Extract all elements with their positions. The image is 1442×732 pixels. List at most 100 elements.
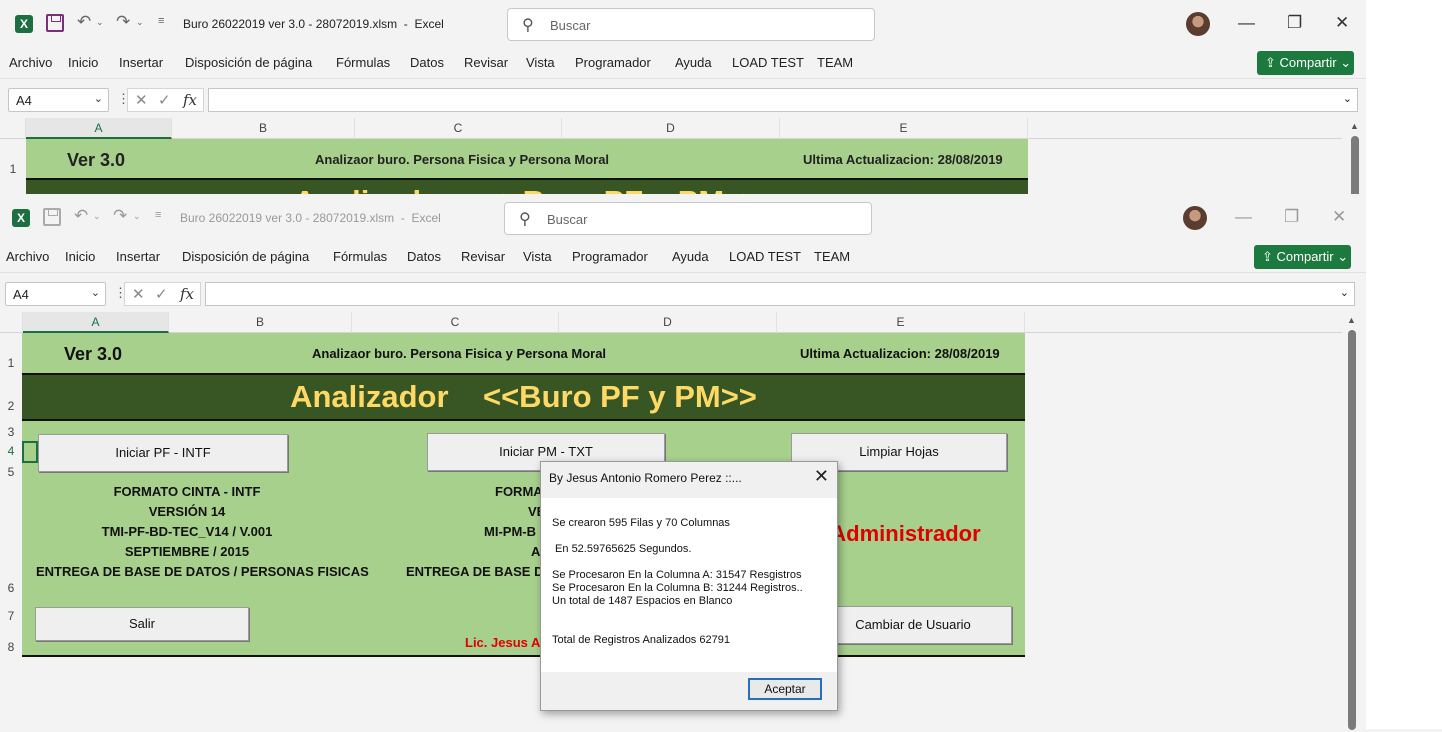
tab-datos[interactable]: Datos (407, 249, 441, 264)
row-header-1[interactable]: 1 (2, 162, 24, 176)
column-header-c[interactable]: C (355, 118, 562, 139)
restore-icon[interactable]: ❐ (1284, 207, 1299, 227)
undo-icon[interactable]: ↶ (77, 12, 91, 32)
tab-insertar[interactable]: Insertar (116, 249, 160, 264)
column-header-a[interactable]: A (26, 118, 172, 139)
row-header-3[interactable]: 3 (0, 425, 22, 439)
tab-programador[interactable]: Programador (575, 55, 651, 70)
exit-button[interactable]: Salir (35, 607, 249, 641)
tab-load-test[interactable]: LOAD TEST (732, 55, 804, 70)
row-header-7[interactable]: 7 (0, 609, 22, 623)
tab-formulas[interactable]: Fórmulas (336, 55, 390, 70)
avatar[interactable] (1183, 206, 1207, 230)
tab-archivo[interactable]: Archivo (9, 55, 52, 70)
row-header-8[interactable]: 8 (0, 640, 22, 654)
tab-disposicion[interactable]: Disposición de página (182, 249, 309, 264)
tab-ayuda[interactable]: Ayuda (675, 55, 712, 70)
cancel-icon[interactable]: ✕ (132, 285, 145, 303)
tab-team[interactable]: TEAM (814, 249, 850, 264)
tab-inicio[interactable]: Inicio (65, 249, 95, 264)
row-header-1[interactable]: 1 (0, 356, 22, 370)
function-icon[interactable]: fx (180, 285, 194, 303)
select-all[interactable] (0, 118, 26, 139)
save-icon[interactable] (43, 208, 61, 226)
sheet-grid[interactable]: Ver 3.0 Analizaor buro. Persona Fisica y… (22, 333, 1025, 657)
name-box[interactable]: A4 ⌄ (8, 88, 109, 112)
formula-actions: ✕ ✓ fx (124, 282, 201, 306)
tab-datos[interactable]: Datos (410, 55, 444, 70)
selected-cell-a4[interactable] (22, 441, 38, 463)
expand-formula-icon[interactable]: ⌄ (1343, 92, 1352, 105)
avatar[interactable] (1186, 12, 1210, 36)
formula-input[interactable]: ⌄ (208, 88, 1358, 112)
redo-dropdown-icon[interactable]: ⌄ (133, 211, 141, 222)
row-header-5[interactable]: 5 (0, 465, 22, 479)
search-icon: ⚲ (519, 211, 531, 228)
undo-dropdown-icon[interactable]: ⌄ (96, 17, 104, 28)
formula-input[interactable]: ⌄ (205, 282, 1355, 306)
tab-revisar[interactable]: Revisar (461, 249, 505, 264)
restore-icon[interactable]: ❐ (1287, 13, 1302, 33)
tab-formulas[interactable]: Fórmulas (333, 249, 387, 264)
start-pf-button[interactable]: Iniciar PF - INTF (38, 434, 288, 472)
tab-inicio[interactable]: Inicio (68, 55, 98, 70)
enter-icon[interactable]: ✓ (158, 91, 171, 109)
tab-load-test[interactable]: LOAD TEST (729, 249, 801, 264)
column-header-d[interactable]: D (559, 312, 777, 333)
tab-vista[interactable]: Vista (526, 55, 555, 70)
tab-programador[interactable]: Programador (572, 249, 648, 264)
expand-formula-icon[interactable]: ⌄ (1340, 286, 1349, 299)
scroll-up-icon[interactable]: ▲ (1350, 121, 1359, 131)
tab-disposicion[interactable]: Disposición de página (185, 55, 312, 70)
scroll-thumb[interactable] (1348, 330, 1356, 730)
column-header-e[interactable]: E (777, 312, 1025, 333)
share-icon: ⇪ (1265, 55, 1280, 70)
minimize-icon[interactable]: — (1235, 207, 1252, 227)
column-header-b[interactable]: B (169, 312, 352, 333)
change-user-button[interactable]: Cambiar de Usuario (814, 606, 1012, 644)
save-icon[interactable] (46, 14, 64, 32)
vertical-scrollbar[interactable]: ▲ (1345, 118, 1365, 194)
search-box[interactable]: ⚲ Buscar (504, 202, 872, 235)
customize-toolbar-icon[interactable]: ≡ (158, 15, 164, 27)
row-header-6[interactable]: 6 (0, 581, 22, 595)
close-icon[interactable]: ✕ (814, 466, 829, 487)
column-header-a[interactable]: A (23, 312, 169, 333)
tab-ayuda[interactable]: Ayuda (672, 249, 709, 264)
tab-team[interactable]: TEAM (817, 55, 853, 70)
tab-archivo[interactable]: Archivo (6, 249, 49, 264)
row-header-4[interactable]: 4 (0, 444, 22, 458)
name-box[interactable]: A4 ⌄ (5, 282, 106, 306)
share-button[interactable]: ⇪ Compartir ⌄ (1257, 51, 1354, 75)
undo-icon[interactable]: ↶ (74, 206, 88, 226)
customize-toolbar-icon[interactable]: ≡ (155, 209, 161, 221)
redo-dropdown-icon[interactable]: ⌄ (136, 17, 144, 28)
search-box[interactable]: ⚲ Buscar (507, 8, 875, 41)
select-all[interactable] (0, 312, 23, 333)
column-header-c[interactable]: C (352, 312, 559, 333)
tab-insertar[interactable]: Insertar (119, 55, 163, 70)
undo-dropdown-icon[interactable]: ⌄ (93, 211, 101, 222)
column-header-e[interactable]: E (780, 118, 1028, 139)
scroll-up-icon[interactable]: ▲ (1347, 315, 1356, 325)
redo-icon[interactable]: ↷ (116, 12, 130, 32)
column-header-b[interactable]: B (172, 118, 355, 139)
ok-button[interactable]: Aceptar (748, 678, 822, 700)
dialog-message-line: Se Procesaron En la Columna A: 31547 Res… (552, 569, 802, 581)
close-icon[interactable]: ✕ (1335, 13, 1349, 33)
close-icon[interactable]: ✕ (1332, 207, 1346, 227)
scroll-thumb[interactable] (1351, 136, 1359, 194)
vertical-scrollbar[interactable]: ▲ (1342, 312, 1362, 732)
cancel-icon[interactable]: ✕ (135, 91, 148, 109)
updated-label: Ultima Actualizacion: 28/08/2019 (800, 346, 1000, 361)
function-icon[interactable]: fx (183, 91, 197, 109)
minimize-icon[interactable]: — (1238, 13, 1255, 33)
redo-icon[interactable]: ↷ (113, 206, 127, 226)
share-button[interactable]: ⇪ Compartir ⌄ (1254, 245, 1351, 269)
row-header-2[interactable]: 2 (0, 399, 22, 413)
tab-vista[interactable]: Vista (523, 249, 552, 264)
title-band: Analizador <<Buro PF y PM>> (22, 373, 1025, 421)
tab-revisar[interactable]: Revisar (464, 55, 508, 70)
column-header-d[interactable]: D (562, 118, 780, 139)
enter-icon[interactable]: ✓ (155, 285, 168, 303)
